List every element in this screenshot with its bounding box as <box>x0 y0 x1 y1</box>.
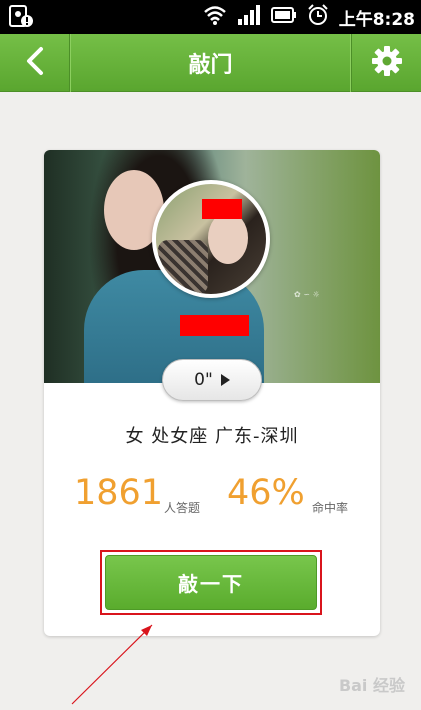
annotation-arrow <box>71 624 153 705</box>
baidu-watermark: Bai 经验 <box>338 676 405 695</box>
